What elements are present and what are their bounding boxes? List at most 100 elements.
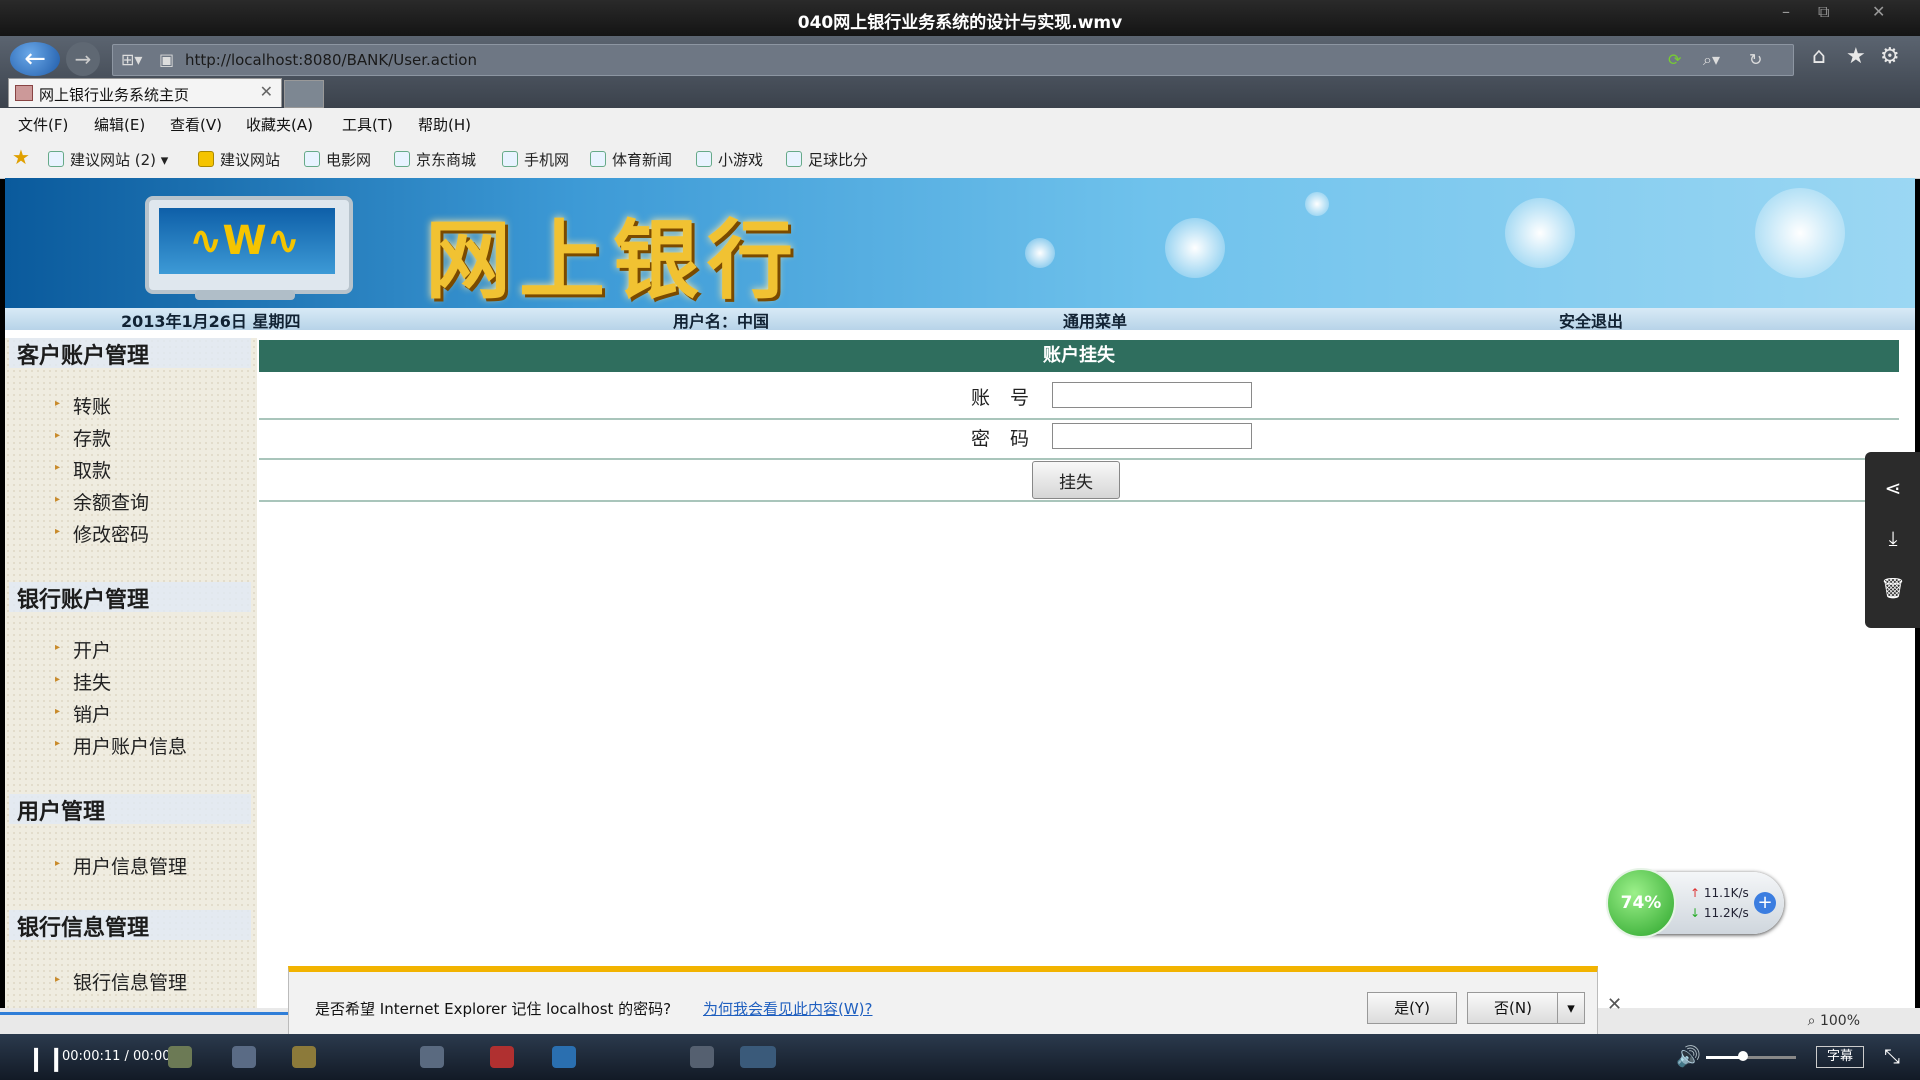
info-bar: 2013年1月26日 星期四 用户名：中国 通用菜单 安全退出 <box>5 308 1915 332</box>
row-divider <box>259 418 1899 420</box>
menu-edit[interactable]: 编辑(E) <box>94 114 145 135</box>
prompt-no-button[interactable]: 否(N) <box>1467 992 1559 1024</box>
report-loss-button[interactable]: 挂失 <box>1032 461 1120 499</box>
account-label: 账号 <box>971 387 1050 409</box>
taskbar-app-icon[interactable] <box>552 1046 576 1068</box>
monitor-logo-icon: ∿W∿ <box>145 196 353 294</box>
sidebar-item-open-account[interactable]: 开户 <box>73 636 111 663</box>
sidebar-item-account-info[interactable]: 用户账户信息 <box>73 732 187 759</box>
taskbar-app-icon[interactable] <box>232 1046 256 1068</box>
sidebar-item-balance[interactable]: 余额查询 <box>73 488 149 515</box>
browser-toolbar: ← → ⊞▾ ▣ http://localhost:8080/BANK/User… <box>0 36 1920 108</box>
taskbar-app-icon[interactable] <box>168 1046 192 1068</box>
player-title-bar: 040网上银行业务系统的设计与实现.wmv – ⧉ ✕ <box>0 0 1920 36</box>
plus-icon[interactable]: + <box>1754 892 1776 914</box>
prompt-text: 是否希望 Internet Explorer 记住 localhost 的密码? <box>315 1000 672 1018</box>
sidebar-item-user-info[interactable]: 用户信息管理 <box>73 852 187 879</box>
taskbar-app-icon[interactable] <box>420 1046 444 1068</box>
volume-icon[interactable]: 🔊 <box>1676 1044 1701 1068</box>
menu-favorites[interactable]: 收藏夹(A) <box>246 114 313 135</box>
prompt-close-icon[interactable]: ✕ <box>1607 994 1622 1015</box>
fav-movie[interactable]: 电影网 <box>304 149 371 170</box>
prompt-dropdown-button[interactable]: ▾ <box>1557 992 1585 1024</box>
volume-knob[interactable] <box>1738 1051 1748 1061</box>
volume-fill <box>1706 1056 1742 1059</box>
page-icon: ▣ <box>159 50 175 69</box>
ie-page-icon <box>502 151 518 167</box>
fav-suggested-sites-dropdown[interactable]: 建议网站 (2) ▾ <box>48 149 168 170</box>
menu-bar: 文件(F) 编辑(E) 查看(V) 收藏夹(A) 工具(T) 帮助(H) <box>0 108 1920 138</box>
bank-title: 网上银行 <box>425 210 801 308</box>
network-speed-widget[interactable]: 74% ↑ 11.1K/s ↓ 11.2K/s + <box>1606 868 1784 938</box>
ie-page-icon <box>696 151 712 167</box>
share-icon[interactable]: ⋖ <box>1880 476 1906 502</box>
password-label: 密码 <box>971 428 1050 450</box>
sidebar-item-withdraw[interactable]: 取款 <box>73 456 111 483</box>
trash-icon[interactable]: 🗑 <box>1880 576 1906 602</box>
sidebar: 客户账户管理 ▸ 转账 ▸ 存款 ▸ 取款 ▸ 余额查询 ▸ 修改密码 银行账户管理 ▸ 开… <box>5 338 257 1008</box>
download-arrow-icon: ↓ <box>1690 906 1701 920</box>
refresh-icon[interactable]: ↻ <box>1749 50 1762 69</box>
taskbar-app-icon[interactable] <box>490 1046 514 1068</box>
address-bar[interactable]: ⊞▾ ▣ http://localhost:8080/BANK/User.act… <box>112 44 1794 76</box>
prompt-help-link[interactable]: 为何我会看见此内容(W)? <box>703 998 873 1019</box>
fav-phone[interactable]: 手机网 <box>502 149 569 170</box>
monitor-stand <box>195 290 295 300</box>
taskbar-folder-icon[interactable] <box>292 1046 316 1068</box>
download-icon[interactable]: ⤓ <box>1880 526 1906 552</box>
address-text[interactable]: http://localhost:8080/BANK/User.action <box>185 51 477 69</box>
menu-view[interactable]: 查看(V) <box>170 114 222 135</box>
sidebar-section-customer: 客户账户管理 <box>17 344 150 369</box>
sidebar-item-transfer[interactable]: 转账 <box>73 392 111 419</box>
logout-link[interactable]: 安全退出 <box>1559 308 1623 332</box>
menu-file[interactable]: 文件(F) <box>18 114 68 135</box>
date-text: 2013年1月26日 星期四 <box>121 312 301 331</box>
compat-icon[interactable]: ⊞▾ <box>121 50 142 69</box>
prompt-yes-button[interactable]: 是(Y) <box>1367 992 1457 1024</box>
browser-tab[interactable]: 网上银行业务系统主页 ✕ <box>8 78 282 107</box>
restore-icon[interactable]: ⧉ <box>1818 2 1829 22</box>
video-progress-bar[interactable] <box>0 1012 291 1015</box>
sidebar-item-bank-info[interactable]: 银行信息管理 <box>73 968 187 995</box>
bank-banner: ∿W∿ 网上银行 <box>5 178 1915 308</box>
favorites-icon[interactable]: ★ <box>12 145 30 169</box>
save-password-prompt: 是否希望 Internet Explorer 记住 localhost 的密码?… <box>288 966 1622 1042</box>
close-icon[interactable]: ✕ <box>1872 2 1885 21</box>
menu-tools[interactable]: 工具(T) <box>342 114 393 135</box>
sidebar-section-bank-account: 银行账户管理 <box>17 588 150 613</box>
taskbar-app-icon[interactable] <box>690 1046 714 1068</box>
fav-sports[interactable]: 体育新闻 <box>590 149 672 170</box>
menu-help[interactable]: 帮助(H) <box>418 114 471 135</box>
favorites-star-icon[interactable]: ★ <box>1846 44 1866 69</box>
sidebar-item-close-account[interactable]: 销户 <box>73 700 111 727</box>
general-menu-link[interactable]: 通用菜单 <box>1063 308 1127 332</box>
fav-games[interactable]: 小游戏 <box>696 149 763 170</box>
fav-jd[interactable]: 京东商城 <box>394 149 476 170</box>
sidebar-section-bank-info: 银行信息管理 <box>17 916 150 941</box>
form-heading: 账户挂失 <box>259 340 1899 372</box>
fullscreen-exit-icon[interactable]: ⤡ <box>1884 1044 1900 1068</box>
fav-football[interactable]: 足球比分 <box>786 149 868 170</box>
tab-close-icon[interactable]: ✕ <box>260 82 273 101</box>
password-input[interactable] <box>1052 423 1252 449</box>
sidebar-item-report-loss[interactable]: 挂失 <box>73 668 111 695</box>
username-text: 用户名：中国 <box>673 312 770 331</box>
fav-suggested-sites[interactable]: 建议网站 <box>198 149 280 170</box>
gear-icon[interactable]: ⚙ <box>1880 44 1900 69</box>
row-divider <box>259 500 1899 502</box>
account-input[interactable] <box>1052 382 1252 408</box>
zoom-level[interactable]: ⌕ 100% <box>1808 1013 1860 1029</box>
subtitle-button[interactable]: 字幕 <box>1816 1046 1864 1068</box>
pause-icon[interactable]: ❙❙ <box>26 1044 66 1072</box>
search-icon[interactable]: ⌕▾ <box>1703 50 1720 70</box>
minimize-icon[interactable]: – <box>1782 2 1790 21</box>
sidebar-item-change-password[interactable]: 修改密码 <box>73 520 149 547</box>
row-divider <box>259 458 1899 460</box>
new-tab-button[interactable] <box>284 80 324 108</box>
taskbar-ie-icon[interactable] <box>740 1046 776 1068</box>
back-button[interactable]: ← <box>10 42 60 76</box>
home-icon[interactable]: ⌂ <box>1812 44 1826 69</box>
upload-rate: ↑ 11.1K/s <box>1690 886 1749 900</box>
sidebar-item-deposit[interactable]: 存款 <box>73 424 111 451</box>
forward-button[interactable]: → <box>66 42 100 76</box>
